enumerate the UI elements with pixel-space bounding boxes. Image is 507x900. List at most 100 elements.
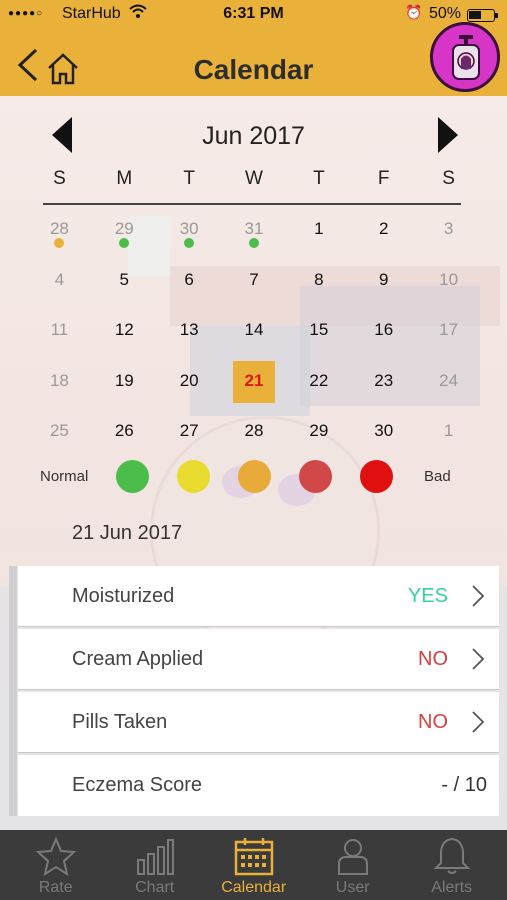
calendar-day[interactable]: 2 [351,206,416,257]
weekday-divider [43,203,461,205]
day-number: 24 [439,370,459,390]
calendar-day[interactable]: 1 [286,206,351,257]
legend-dot-yellow [177,460,210,493]
calendar-day[interactable]: 15 [286,307,351,358]
bell-icon [433,837,471,874]
calendar-day[interactable]: 18 [27,358,92,409]
day-number: 29 [114,219,134,238]
calendar-day[interactable]: 5 [92,257,157,308]
bar-chart-icon [137,839,174,875]
calendar-day[interactable]: 19 [92,358,157,409]
day-number: 19 [114,370,134,390]
profile-avatar[interactable] [430,22,500,92]
calendar-day[interactable]: 28 [27,206,92,257]
user-icon [338,839,368,875]
calendar-day[interactable]: 6 [157,257,222,308]
weekday-label: S [442,168,455,189]
legend-dot-green [116,460,149,493]
calendar-day[interactable]: 3 [416,206,481,257]
row-label: Eczema Score [72,774,203,796]
tab-bar: Rate Chart Calendar User Alerts [0,830,507,900]
tab-label: Calendar [221,879,287,896]
day-number: 5 [119,269,130,289]
moisturized-row[interactable]: Moisturized YES [18,566,499,627]
calendar-day[interactable]: 30 [351,408,416,459]
weekday-label: F [377,168,390,189]
day-number: 16 [374,320,394,339]
day-rating-dot [248,238,259,248]
tab-rate[interactable]: Rate [5,830,106,900]
day-number: 23 [374,370,394,390]
tab-user[interactable]: User [302,830,403,900]
month-label: Jun 2017 [202,122,305,150]
calendar-week: 4 5 6 7 8 9 10 [27,257,481,308]
calendar-day[interactable]: 12 [92,307,157,358]
day-number: 11 [50,320,69,339]
calendar-day[interactable]: 1 [416,408,481,459]
day-number: 25 [49,421,69,440]
calendar-day[interactable]: 29 [286,408,351,459]
battery-icon [467,9,498,22]
calendar-week: 28 29 30 31 1 2 3 [27,206,481,257]
day-number: 26 [114,421,134,440]
weekday-label: M [116,168,133,189]
weekday-label: W [245,168,263,189]
row-value: NO [418,648,448,670]
calendar-day[interactable]: 28 [222,408,287,459]
day-number: 22 [309,370,329,390]
day-number: 30 [179,219,199,238]
calendar-day-today[interactable]: 21 [222,358,287,409]
selected-date: 21 Jun 2017 [72,522,183,544]
calendar-day[interactable]: 8 [286,257,351,308]
calendar-day[interactable]: 26 [92,408,157,459]
day-number: 15 [309,320,329,339]
calendar-grid: 28 29 30 31 1 2 3 4 5 6 7 8 9 10 11 12 13 14 15 16 17 18 19 20 2… [27,206,481,459]
tab-label: User [335,879,370,896]
row-label: Cream Applied [72,648,204,670]
day-number: 12 [114,320,134,339]
calendar-day[interactable]: 30 [157,206,222,257]
severity-legend: Normal Bad [0,458,507,496]
weekday-header: S M T W T F S [27,168,481,190]
calendar-day[interactable]: 10 [416,257,481,308]
pills-taken-row[interactable]: Pills Taken NO [18,692,499,753]
calendar-day[interactable]: 20 [157,358,222,409]
tab-label: Chart [135,879,175,896]
calendar-day[interactable]: 13 [157,307,222,358]
legend-dot-red [360,460,393,493]
calendar-day[interactable]: 17 [416,307,481,358]
calendar-day[interactable]: 31 [222,206,287,257]
calendar-day[interactable]: 27 [157,408,222,459]
calendar-day[interactable]: 16 [351,307,416,358]
tab-alerts[interactable]: Alerts [401,830,502,900]
day-number: 21 [244,370,264,390]
day-number: 9 [378,269,389,289]
legend-dot-orange [238,460,271,493]
calendar-day[interactable]: 7 [222,257,287,308]
cream-applied-row[interactable]: Cream Applied NO [18,629,499,690]
row-label: Moisturized [72,585,175,607]
calendar-day[interactable]: 22 [286,358,351,409]
day-number: 28 [244,421,264,440]
calendar-day[interactable]: 25 [27,408,92,459]
tab-chart[interactable]: Chart [104,830,205,900]
nav-bar: Calendar [0,22,507,96]
chevron-right-icon [472,648,485,670]
eczema-score-row[interactable]: Eczema Score - / 10 [18,755,499,816]
next-month-icon[interactable] [436,116,460,154]
day-number: 20 [179,370,199,390]
calendar-day[interactable]: 29 [92,206,157,257]
calendar-day[interactable]: 9 [351,257,416,308]
lotion-bottle-icon [452,35,480,80]
legend-bad-label: Bad [424,468,451,485]
calendar-day[interactable]: 24 [416,358,481,409]
chevron-right-icon [472,711,485,733]
tab-calendar[interactable]: Calendar [203,830,304,900]
calendar-day[interactable]: 14 [222,307,287,358]
day-number: 31 [244,219,264,238]
list-left-bar [9,566,17,816]
calendar-week: 11 12 13 14 15 16 17 [27,307,481,358]
calendar-day[interactable]: 11 [27,307,92,358]
calendar-day[interactable]: 4 [27,257,92,308]
calendar-day[interactable]: 23 [351,358,416,409]
